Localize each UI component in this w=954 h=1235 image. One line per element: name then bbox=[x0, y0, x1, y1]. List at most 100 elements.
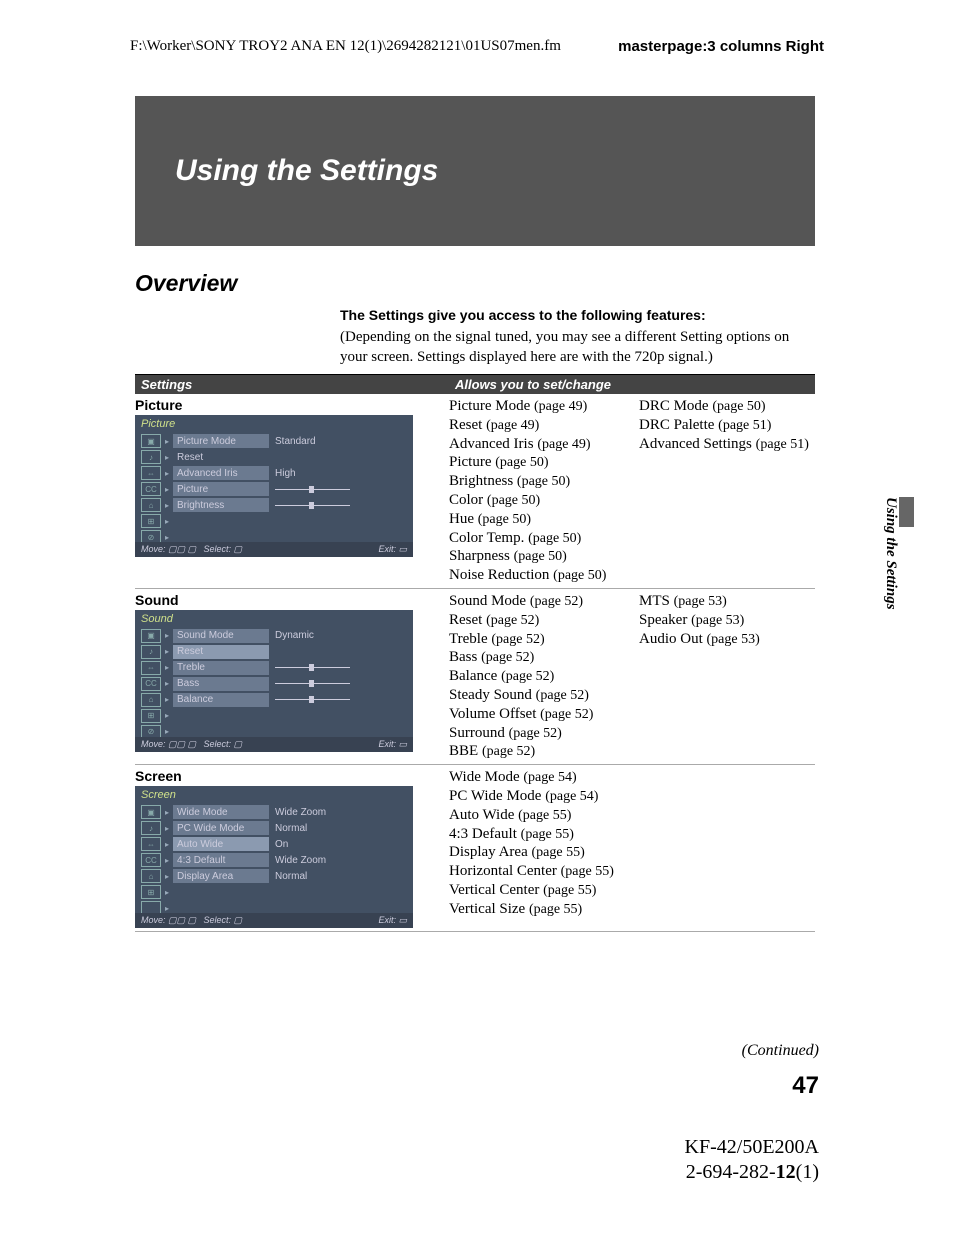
osd-icon: CC bbox=[141, 677, 161, 691]
feature-item: Advanced Iris (page 49) bbox=[449, 435, 639, 454]
category-name: Screen bbox=[135, 768, 449, 784]
osd-item: ⊞▸ bbox=[135, 513, 413, 529]
feature-item: PC Wide Mode (page 54) bbox=[449, 787, 639, 806]
feature-item: Noise Reduction (page 50) bbox=[449, 566, 639, 585]
osd-value: Normal bbox=[275, 823, 307, 834]
osd-label: Picture Mode bbox=[173, 434, 269, 448]
osd-label: Reset bbox=[173, 645, 269, 659]
feature-item: Sound Mode (page 52) bbox=[449, 592, 639, 611]
side-tab: Using the Settings bbox=[871, 497, 899, 657]
osd-item: ▣▸Wide ModeWide Zoom bbox=[135, 804, 413, 820]
feature-item: DRC Palette (page 51) bbox=[639, 416, 815, 435]
osd-item: ⊞▸ bbox=[135, 884, 413, 900]
feature-item: Audio Out (page 53) bbox=[639, 630, 815, 649]
feature-item: Surround (page 52) bbox=[449, 724, 639, 743]
table-row: ScreenScreen▣▸Wide ModeWide Zoom♪▸PC Wid… bbox=[135, 765, 815, 932]
osd-icon: ▣ bbox=[141, 434, 161, 448]
feature-item: 4:3 Default (page 55) bbox=[449, 825, 639, 844]
feature-item: Steady Sound (page 52) bbox=[449, 686, 639, 705]
osd-title: Picture bbox=[135, 415, 413, 433]
osd-footer: Move: ▢▢ ▢ Select: ▢Exit: ▭ bbox=[135, 913, 413, 928]
feature-item: Advanced Settings (page 51) bbox=[639, 435, 815, 454]
osd-icon: ▣ bbox=[141, 629, 161, 643]
osd-icon: ▣ bbox=[141, 805, 161, 819]
category-name: Sound bbox=[135, 592, 449, 608]
osd-icon: ⊞ bbox=[141, 885, 161, 899]
feature-item: MTS (page 53) bbox=[639, 592, 815, 611]
osd-label bbox=[173, 885, 269, 899]
category-name: Picture bbox=[135, 397, 449, 413]
footer-doc: 2-694-282-12(1) bbox=[685, 1160, 819, 1185]
osd-label: Bass bbox=[173, 677, 269, 691]
osd-label bbox=[173, 709, 269, 723]
osd-screenshot: Sound▣▸Sound ModeDynamic♪▸Reset⇔▸TrebleC… bbox=[135, 610, 413, 752]
osd-item: ♪▸PC Wide ModeNormal bbox=[135, 820, 413, 836]
feature-item: Speaker (page 53) bbox=[639, 611, 815, 630]
osd-label: Sound Mode bbox=[173, 629, 269, 643]
osd-icon: ⌂ bbox=[141, 869, 161, 883]
osd-icon: ⇔ bbox=[141, 837, 161, 851]
table-header-settings: Settings bbox=[135, 375, 449, 394]
osd-slider bbox=[275, 683, 350, 684]
header-master: masterpage:3 columns Right bbox=[618, 38, 824, 55]
page-number: 47 bbox=[792, 1072, 819, 1100]
osd-label: Reset bbox=[173, 450, 269, 464]
continued-label: (Continued) bbox=[742, 1042, 819, 1060]
osd-item: ⊞▸ bbox=[135, 708, 413, 724]
osd-icon: ⊞ bbox=[141, 514, 161, 528]
feature-item: Auto Wide (page 55) bbox=[449, 806, 639, 825]
table-row: PicturePicture▣▸Picture ModeStandard♪▸Re… bbox=[135, 394, 815, 589]
osd-label: Auto Wide bbox=[173, 837, 269, 851]
feature-item: Vertical Size (page 55) bbox=[449, 900, 639, 919]
osd-slider bbox=[275, 667, 350, 668]
osd-icon: CC bbox=[141, 853, 161, 867]
osd-title: Sound bbox=[135, 610, 413, 628]
osd-title: Screen bbox=[135, 786, 413, 804]
feature-item: Balance (page 52) bbox=[449, 667, 639, 686]
osd-value: Standard bbox=[275, 436, 316, 447]
chapter-banner: Using the Settings bbox=[135, 96, 815, 246]
osd-label: Display Area bbox=[173, 869, 269, 883]
osd-value: Wide Zoom bbox=[275, 807, 326, 818]
osd-value: Normal bbox=[275, 871, 307, 882]
osd-screenshot: Screen▣▸Wide ModeWide Zoom♪▸PC Wide Mode… bbox=[135, 786, 413, 928]
feature-item: Reset (page 49) bbox=[449, 416, 639, 435]
feature-item: Volume Offset (page 52) bbox=[449, 705, 639, 724]
intro-text: The Settings give you access to the foll… bbox=[340, 306, 815, 367]
footer: KF-42/50E200A 2-694-282-12(1) bbox=[685, 1135, 819, 1185]
osd-slider bbox=[275, 489, 350, 490]
osd-slider bbox=[275, 699, 350, 700]
osd-icon: ⊞ bbox=[141, 709, 161, 723]
osd-label: PC Wide Mode bbox=[173, 821, 269, 835]
osd-item: ⌂▸Brightness bbox=[135, 497, 413, 513]
table-header: Settings Allows you to set/change bbox=[135, 375, 815, 394]
feature-item: Horizontal Center (page 55) bbox=[449, 862, 639, 881]
intro-body: (Depending on the signal tuned, you may … bbox=[340, 329, 789, 365]
feature-item: Display Area (page 55) bbox=[449, 843, 639, 862]
osd-value: Wide Zoom bbox=[275, 855, 326, 866]
osd-label: Balance bbox=[173, 693, 269, 707]
feature-item: Brightness (page 50) bbox=[449, 472, 639, 491]
osd-item: ♪▸Reset bbox=[135, 644, 413, 660]
osd-item: CC▸4:3 DefaultWide Zoom bbox=[135, 852, 413, 868]
feature-item: Reset (page 52) bbox=[449, 611, 639, 630]
feature-item: Picture (page 50) bbox=[449, 453, 639, 472]
osd-footer: Move: ▢▢ ▢ Select: ▢Exit: ▭ bbox=[135, 542, 413, 557]
osd-icon: ⇔ bbox=[141, 661, 161, 675]
feature-item: Sharpness (page 50) bbox=[449, 547, 639, 566]
footer-model: KF-42/50E200A bbox=[685, 1135, 819, 1160]
osd-item: CC▸Bass bbox=[135, 676, 413, 692]
osd-icon: ⌂ bbox=[141, 693, 161, 707]
header-path: F:\Worker\SONY TROY2 ANA EN 12(1)\269428… bbox=[130, 38, 561, 55]
feature-item: DRC Mode (page 50) bbox=[639, 397, 815, 416]
feature-item: Wide Mode (page 54) bbox=[449, 768, 639, 787]
osd-label: Advanced Iris bbox=[173, 466, 269, 480]
osd-footer: Move: ▢▢ ▢ Select: ▢Exit: ▭ bbox=[135, 737, 413, 752]
side-tab-label: Using the Settings bbox=[882, 497, 899, 610]
osd-item: ▣▸Picture ModeStandard bbox=[135, 433, 413, 449]
overview-heading: Overview bbox=[135, 270, 237, 297]
osd-item: ⇔▸Advanced IrisHigh bbox=[135, 465, 413, 481]
feature-item: Treble (page 52) bbox=[449, 630, 639, 649]
osd-icon: CC bbox=[141, 482, 161, 496]
osd-label: Treble bbox=[173, 661, 269, 675]
